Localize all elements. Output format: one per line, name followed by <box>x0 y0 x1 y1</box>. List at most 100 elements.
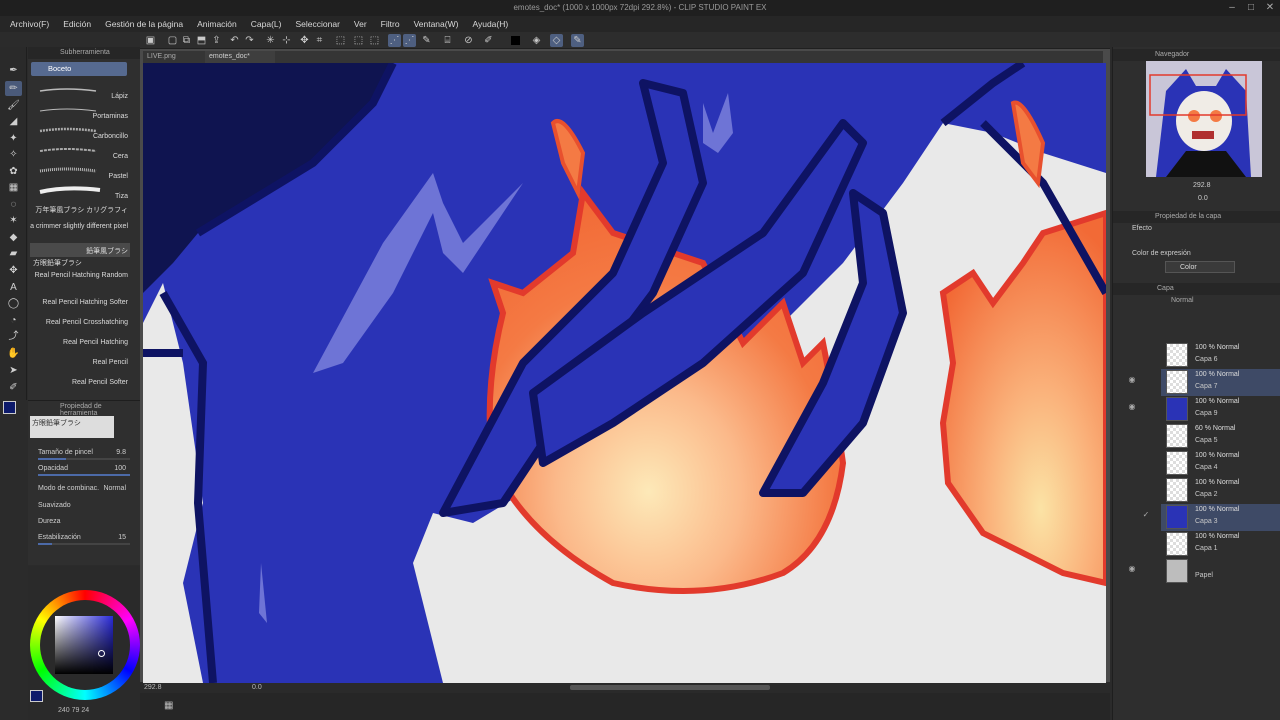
open-file-icon[interactable]: ⧉ <box>180 34 193 47</box>
snap-ruler-icon[interactable]: ⋰ <box>388 34 401 47</box>
main-color-swatch[interactable] <box>3 401 16 414</box>
navigator-rotation[interactable]: 0.0 <box>1198 195 1208 202</box>
smoothing-row[interactable]: Suavizado <box>38 502 138 514</box>
color-picker-marker[interactable] <box>98 650 105 657</box>
fill-icon[interactable]: ⊹ <box>280 34 293 47</box>
balloon-tool-icon[interactable]: ◔ <box>5 313 22 328</box>
redo-icon[interactable]: ↷ <box>243 34 256 47</box>
menu-archivo[interactable]: Archivo(F) <box>10 19 56 29</box>
text-tool-icon[interactable]: A <box>5 280 22 295</box>
export-icon[interactable]: ⇪ <box>210 34 223 47</box>
decoration-tool-icon[interactable]: ✿ <box>5 164 22 179</box>
brush-hatching-random[interactable]: Real Pencil Hatching Random <box>30 267 130 279</box>
vector-icon[interactable]: ◇ <box>550 34 563 47</box>
transparent-icon[interactable]: ◈ <box>530 34 543 47</box>
save-icon[interactable]: ⬒ <box>195 34 208 47</box>
deselect-icon[interactable]: ⬚ <box>334 34 347 47</box>
main-color-icon[interactable] <box>509 34 522 47</box>
tab-live-png[interactable]: LIVE.png <box>143 51 199 63</box>
menu-seleccionar[interactable]: Seleccionar <box>295 19 346 29</box>
main-color-chip[interactable] <box>30 690 43 702</box>
layer-row[interactable]: 60 % Normal Capa 5 <box>1161 423 1280 450</box>
maximize-icon[interactable]: □ <box>1245 2 1257 14</box>
hand-tool-icon[interactable]: ✋ <box>5 346 22 361</box>
menu-ayuda[interactable]: Ayuda(H) <box>472 19 515 29</box>
lasso-tool-icon[interactable]: ◌ <box>5 197 22 212</box>
menu-animacion[interactable]: Animación <box>197 19 244 29</box>
brush-portaminas[interactable]: Portaminas <box>30 101 130 121</box>
blend-tool-icon[interactable]: ✦ <box>5 131 22 146</box>
invert-icon[interactable]: ⬚ <box>352 34 365 47</box>
brush-crimmer[interactable]: a crimmer slightly different pixel <box>30 219 130 231</box>
layer-row[interactable]: 100 % Normal Capa 3 <box>1161 504 1280 531</box>
menu-filtro[interactable]: Filtro <box>381 19 407 29</box>
visibility-eye-icon[interactable]: ◉ <box>1127 564 1137 574</box>
layer-row[interactable]: 100 % Normal Capa 4 <box>1161 450 1280 477</box>
brush-calligraphy[interactable]: 万年筆風ブラシ カリグラフィ <box>30 203 130 219</box>
menu-ver[interactable]: Ver <box>354 19 374 29</box>
frame-tool-icon[interactable]: ▦ <box>5 180 22 195</box>
brush-crosshatching[interactable]: Real Pencil Crosshatching <box>30 307 130 327</box>
menu-capa[interactable]: Capa(L) <box>251 19 289 29</box>
layer-row[interactable]: 100 % Normal Capa 1 <box>1161 531 1280 558</box>
check-icon[interactable]: ✓ <box>1141 510 1151 520</box>
fill-tool-icon[interactable]: ◆ <box>5 230 22 245</box>
reference-icon[interactable]: ⊘ <box>462 34 475 47</box>
angle-readout[interactable]: 0.0 <box>252 684 262 691</box>
menu-gestion-pagina[interactable]: Gestión de la página <box>105 19 190 29</box>
brush-hatching[interactable]: Real Pencil Hatching <box>30 327 130 347</box>
saturation-value-square[interactable] <box>55 616 113 674</box>
visibility-eye-icon[interactable]: ◉ <box>1127 375 1137 385</box>
brush-cera[interactable]: Cera <box>30 141 130 161</box>
pen-icon[interactable]: ✎ <box>571 34 584 47</box>
layer-row-selected[interactable]: 100 % Normal Capa 7 <box>1161 369 1280 396</box>
grid-icon[interactable]: ▦ <box>164 700 176 712</box>
gradient-tool-icon[interactable]: ▰ <box>5 246 22 261</box>
brush-size-row[interactable]: Tamaño de pincel 9.8 <box>38 449 138 461</box>
figure-tool-icon[interactable]: ◯ <box>5 296 22 311</box>
brush-tiza[interactable]: Tiza <box>30 181 130 201</box>
move-tool-icon[interactable]: ✥ <box>5 263 22 278</box>
crop-icon[interactable]: ⌗ <box>313 34 326 47</box>
undo-icon[interactable]: ↶ <box>228 34 241 47</box>
magic-wand-icon[interactable]: ✶ <box>5 213 22 228</box>
home-icon[interactable]: ▣ <box>144 34 157 47</box>
brush-pencil-jp-selected[interactable]: 鉛筆風ブラシ <box>30 243 130 257</box>
pen-tool-icon[interactable]: ✒ <box>5 63 22 78</box>
eraser-tool-icon[interactable]: ◢ <box>5 114 22 129</box>
menu-edicion[interactable]: Edición <box>63 19 98 29</box>
move-icon[interactable]: ✥ <box>298 34 311 47</box>
eyedropper-tool-icon[interactable]: ✐ <box>5 380 22 395</box>
brush-real-pencil[interactable]: Real Pencil <box>30 347 130 367</box>
new-file-icon[interactable]: ▢ <box>166 34 179 47</box>
correct-line-icon[interactable]: ⤴ <box>5 329 22 344</box>
zoom-readout[interactable]: 292.8 <box>144 684 162 691</box>
brush-real-pencil-softer[interactable]: Real Pencil Softer <box>30 367 130 387</box>
blend-mode-row[interactable]: Modo de combinac. Normal <box>38 485 138 497</box>
navigator-thumbnail[interactable] <box>1146 61 1262 177</box>
brush-carboncillo[interactable]: Carboncillo <box>30 121 130 141</box>
snap-special-ruler-icon[interactable]: ⋰ <box>403 34 416 47</box>
menu-ventana[interactable]: Ventana(W) <box>414 19 466 29</box>
clear-icon[interactable]: ✳ <box>264 34 277 47</box>
operation-tool-icon[interactable]: ➤ <box>5 363 22 378</box>
airbrush-tool-icon[interactable]: ✧ <box>5 147 22 162</box>
brush-lapiz[interactable]: Lápiz <box>30 81 130 101</box>
close-icon[interactable]: ✕ <box>1264 2 1276 14</box>
expression-color-select[interactable]: Color <box>1165 261 1235 273</box>
eyedropper-icon[interactable]: ✐ <box>482 34 495 47</box>
horizontal-scrollbar[interactable] <box>570 685 770 690</box>
drawing-canvas[interactable] <box>143 63 1106 683</box>
brush-hatching-softer[interactable]: Real Pencil Hatching Softer <box>30 287 130 307</box>
layer-blend-select[interactable]: Normal <box>1163 297 1223 307</box>
layer-row[interactable]: 100 % Normal Capa 6 <box>1161 342 1280 369</box>
select-layer-icon[interactable]: ⬚ <box>368 34 381 47</box>
brush-tool-icon[interactable]: 🖌 <box>5 98 22 113</box>
layer-row[interactable]: 100 % Normal Capa 9 <box>1161 396 1280 423</box>
pen-pressure-icon[interactable]: ✎ <box>420 34 433 47</box>
tab-emotes-doc[interactable]: emotes_doc* <box>205 51 275 63</box>
visibility-eye-icon[interactable]: ◉ <box>1127 402 1137 412</box>
canvas-icon[interactable]: ⌸ <box>441 34 454 47</box>
pencil-tool-icon[interactable]: ✏ <box>5 81 22 96</box>
minimize-icon[interactable]: – <box>1226 2 1238 14</box>
